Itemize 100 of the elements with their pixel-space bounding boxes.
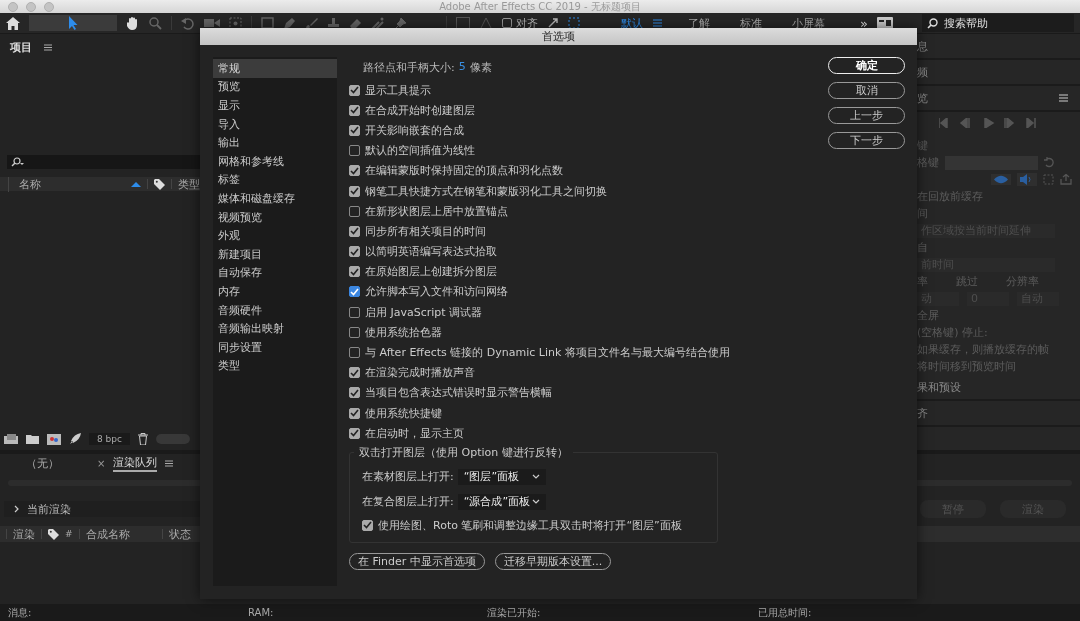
axis-icon[interactable] <box>479 17 493 29</box>
checkbox[interactable] <box>349 347 360 359</box>
eraser-icon[interactable] <box>349 16 362 30</box>
column-header[interactable]: 状态 <box>168 526 191 542</box>
category-item[interactable]: 常规 <box>213 59 337 78</box>
category-item[interactable]: 外观 <box>213 226 337 245</box>
checkbox[interactable] <box>349 165 360 177</box>
status-label: 已用总时间: <box>758 605 813 620</box>
panel-tab[interactable]: （无） <box>26 455 59 471</box>
layer-panel-dropdown[interactable]: “源合成”面板 <box>457 493 546 510</box>
option-label: 在编辑蒙版时保持固定的顶点和羽化点数 <box>365 163 563 179</box>
menu-icon[interactable] <box>165 459 174 467</box>
brush-icon[interactable] <box>305 16 318 30</box>
panel-title[interactable]: 齐 <box>917 405 928 421</box>
checkbox[interactable] <box>349 104 360 116</box>
option-label: 使用系统快捷键 <box>365 405 442 421</box>
close-icon[interactable]: × <box>97 457 106 469</box>
workspace-tab[interactable]: 标准 <box>728 15 774 31</box>
trash-icon[interactable] <box>137 433 148 445</box>
status-label: RAM: <box>248 607 275 618</box>
pan-behind-icon[interactable] <box>229 16 242 30</box>
interpret-footage-icon[interactable] <box>4 434 18 444</box>
column-header[interactable]: 合成名称 <box>85 526 156 542</box>
panel-tab[interactable]: 渲染队列 <box>113 454 158 472</box>
category-item[interactable]: 新建项目 <box>213 244 337 264</box>
column-header[interactable]: 渲染 <box>13 526 35 542</box>
checkbox[interactable] <box>349 185 360 197</box>
panel-layout-icon[interactable] <box>876 17 893 29</box>
checkbox[interactable] <box>349 286 360 298</box>
workspace-tab[interactable]: 默认 <box>609 15 647 31</box>
option-label: 与 After Effects 链接的 Dynamic Link 将项目文件名与最大编号结合使用 <box>365 345 730 361</box>
checkbox[interactable] <box>349 205 360 217</box>
category-item[interactable]: 网格和参考线 <box>213 151 337 171</box>
category-item[interactable]: 类型 <box>213 356 337 376</box>
checkbox[interactable] <box>349 306 360 318</box>
category-item[interactable]: 标签 <box>213 170 337 190</box>
workspace-tab[interactable]: 小屏幕 <box>780 15 837 31</box>
checkbox[interactable] <box>349 145 360 157</box>
column-header[interactable]: 名称 <box>8 176 125 192</box>
overflow-button[interactable]: » <box>860 15 868 31</box>
pen-icon[interactable] <box>283 16 296 30</box>
checkbox[interactable] <box>349 387 360 399</box>
panel-title[interactable]: 果和预设 <box>917 379 961 395</box>
search-field[interactable]: 搜索帮助 <box>922 14 1074 32</box>
hand-icon[interactable] <box>126 16 140 30</box>
category-item[interactable]: 视频预览 <box>213 207 337 227</box>
workspace-tab[interactable]: 了解 <box>676 15 722 31</box>
checkbox[interactable] <box>349 427 360 439</box>
category-item[interactable]: 同步设置 <box>213 337 337 357</box>
group-title: 双击打开图层（使用 Option 键进行反转） <box>358 445 569 461</box>
pin-icon[interactable] <box>394 16 407 30</box>
snapping-icon[interactable] <box>568 17 580 29</box>
checkbox[interactable] <box>349 124 360 136</box>
category-item[interactable]: 音频硬件 <box>213 300 337 320</box>
category-item[interactable]: 显示 <box>213 96 337 115</box>
category-item[interactable]: 内存 <box>213 282 337 301</box>
expand-arrows-icon[interactable] <box>547 17 559 29</box>
camera-icon[interactable] <box>204 17 220 29</box>
checkbox[interactable] <box>349 266 360 278</box>
category-item[interactable]: 输出 <box>213 133 337 152</box>
checkbox[interactable] <box>349 326 360 338</box>
home-icon[interactable] <box>6 16 20 30</box>
roto-brush-icon[interactable] <box>371 16 385 30</box>
checkbox[interactable] <box>362 519 373 531</box>
panel-title[interactable]: 频 <box>917 64 928 80</box>
checkbox[interactable] <box>349 367 360 379</box>
checkbox[interactable] <box>349 407 360 419</box>
checkbox[interactable] <box>349 84 360 96</box>
checkbox[interactable] <box>349 225 360 237</box>
option-label: 钢笔工具快捷方式在钢笔和蒙版羽化工具之间切换 <box>365 183 607 199</box>
zoom-icon[interactable] <box>149 16 162 30</box>
handle-size-label: 路径点和手柄大小: <box>363 60 455 76</box>
folder-icon[interactable] <box>26 434 39 444</box>
rectangle-tool-icon[interactable] <box>261 17 274 29</box>
menu-icon[interactable] <box>1059 94 1068 102</box>
column-header[interactable]: 类型 <box>178 176 200 192</box>
rotate-icon[interactable] <box>181 16 195 30</box>
thumbnail-slider[interactable] <box>155 434 190 444</box>
column-header[interactable]: # <box>65 529 73 539</box>
option-label: 在新形状图层上居中放置锚点 <box>365 203 508 219</box>
composition-icon[interactable] <box>47 433 61 445</box>
search-field[interactable] <box>7 155 200 169</box>
panel-title[interactable]: 览 <box>917 90 928 106</box>
bit-depth-button[interactable]: 8 bpc <box>89 433 130 445</box>
option-label: 默认的空间插值为线性 <box>365 143 475 159</box>
category-item[interactable]: 预览 <box>213 77 337 97</box>
layer-panel-dropdown[interactable]: “图层”面板 <box>457 468 546 485</box>
category-item[interactable]: 媒体和磁盘缓存 <box>213 189 337 208</box>
panel-title[interactable]: 息 <box>917 38 928 54</box>
category-item[interactable]: 导入 <box>213 114 337 134</box>
handle-size-value[interactable]: 5 <box>458 60 466 80</box>
category-item[interactable]: 自动保存 <box>213 263 337 283</box>
category-item[interactable]: 音频输出映射 <box>213 319 337 338</box>
rocket-icon[interactable] <box>69 433 81 445</box>
select-label: 在素材图层上打开: <box>362 469 454 485</box>
sort-arrow-icon[interactable] <box>131 181 141 187</box>
option-label: 显示工具提示 <box>365 82 431 98</box>
menu-icon[interactable] <box>44 44 52 51</box>
checkbox[interactable] <box>349 246 360 258</box>
panel-title: 项目 <box>10 40 32 55</box>
